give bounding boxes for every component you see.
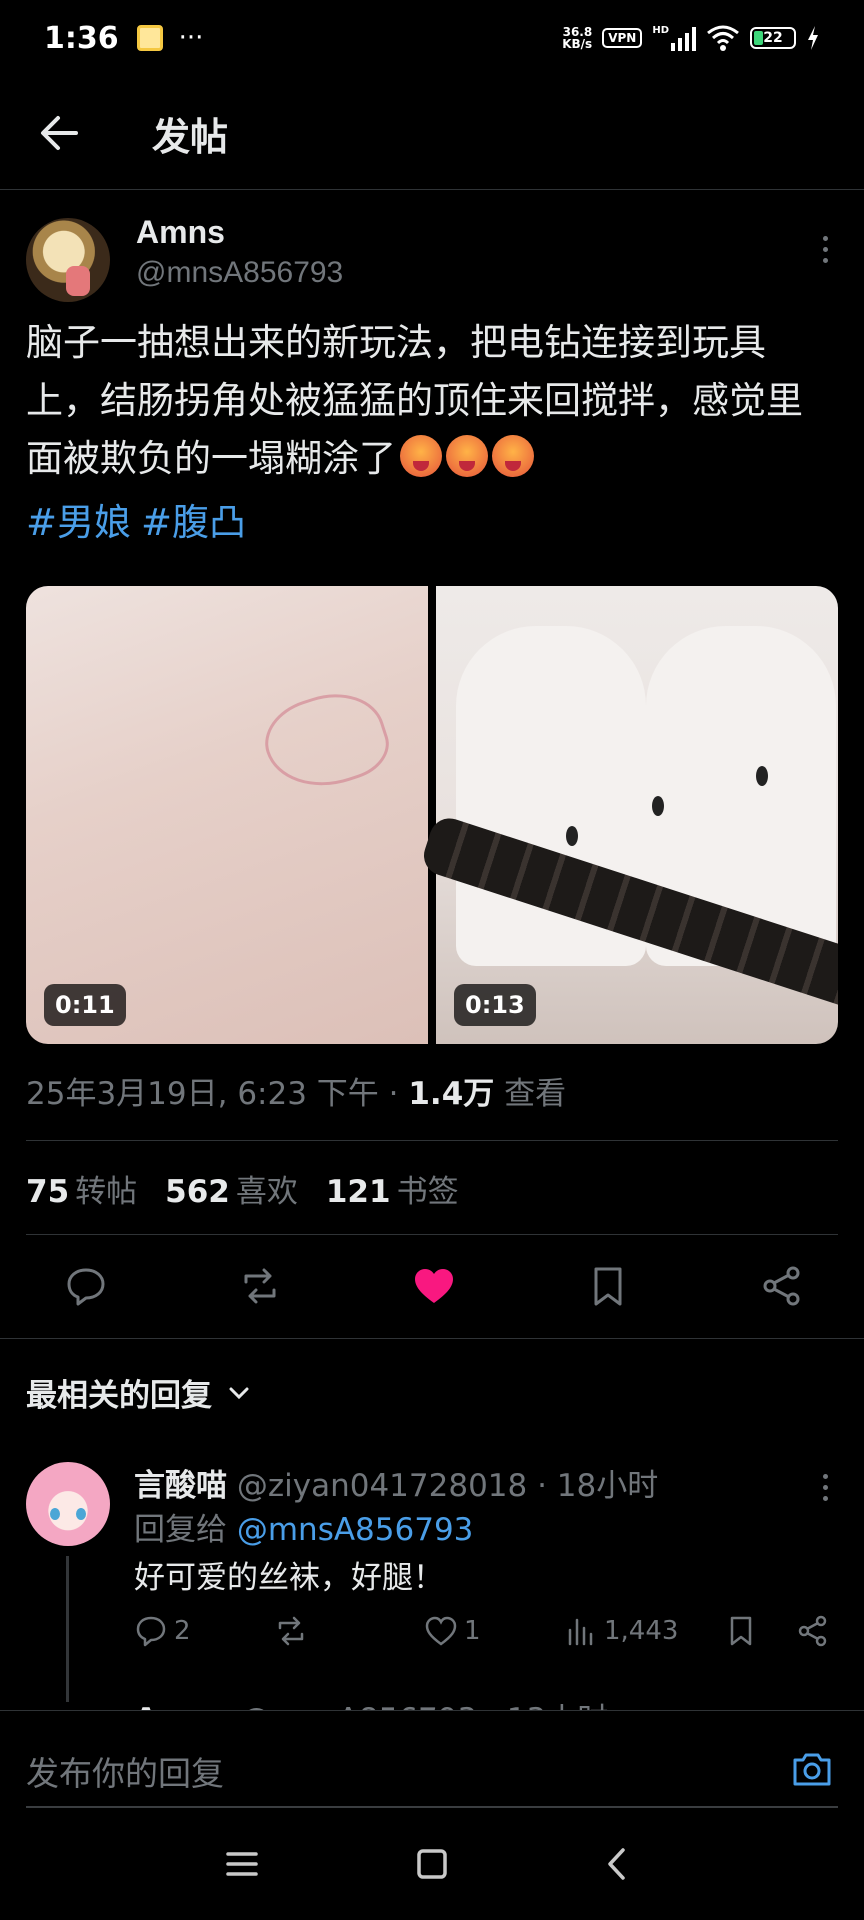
vpn-badge: VPN — [602, 28, 643, 48]
repost-icon — [278, 1616, 304, 1646]
more-options-icon[interactable] — [820, 236, 830, 263]
hot-face-emoji-icon — [492, 435, 534, 477]
chevron-down-icon — [229, 1387, 249, 1399]
reply-to-handle[interactable]: @mnsA856793 — [237, 1512, 474, 1548]
post-timestamp: 25年3月19日, 6:23 下午 · 1.4万 查看 — [26, 1068, 566, 1113]
hot-face-emoji-icon — [400, 435, 442, 477]
system-nav-bar — [0, 1810, 864, 1920]
reposts-stat[interactable]: 75 转帖 — [26, 1166, 137, 1211]
views-icon — [568, 1618, 593, 1646]
reply-comment-button[interactable]: 2 — [134, 1614, 274, 1648]
menu-icon[interactable] — [222, 1844, 262, 1884]
bookmark-icon[interactable] — [586, 1264, 630, 1308]
arrow-left-icon[interactable] — [38, 112, 80, 154]
home-icon[interactable] — [412, 1844, 452, 1884]
author-handle[interactable]: @mnsA856793 — [136, 256, 343, 290]
hashtags: #男娘 #腹凸 — [26, 492, 256, 546]
video-duration: 0:13 — [454, 984, 536, 1026]
battery-icon: 22 — [750, 27, 796, 49]
page-title: 发帖 — [152, 115, 229, 159]
video-thumbnail[interactable]: 0:11 — [26, 586, 428, 1044]
bookmarks-label: 书签 — [396, 1174, 459, 1210]
video-duration: 0:11 — [44, 984, 126, 1026]
reposts-label: 转帖 — [75, 1174, 138, 1210]
media-grid: 0:11 0:13 — [26, 586, 838, 1044]
likes-label: 喜欢 — [235, 1174, 298, 1210]
notification-icon — [136, 25, 163, 51]
thread-line — [66, 1556, 69, 1702]
views-count: 1.4万 — [408, 1076, 495, 1112]
reply-bookmark-button[interactable] — [724, 1614, 796, 1648]
avatar[interactable] — [26, 1462, 110, 1546]
video-thumbnail[interactable]: 0:13 — [418, 586, 838, 1044]
post-stats: 75 转帖 562 喜欢 121 书签 — [26, 1166, 459, 1211]
hot-face-emoji-icon — [446, 435, 488, 477]
reply-icon — [136, 1616, 166, 1647]
bookmarks-stat[interactable]: 121 书签 — [326, 1166, 459, 1211]
post-actions — [26, 1258, 838, 1314]
status-bar: 1:36 ··· 36.8 KB/s VPN HD 22 — [0, 0, 864, 76]
back-nav-icon[interactable] — [598, 1844, 638, 1884]
bookmark-icon — [730, 1616, 752, 1646]
reply-repost-button[interactable] — [274, 1614, 424, 1648]
battery-level: 22 — [763, 30, 783, 46]
hashtag[interactable]: #腹凸 — [141, 501, 246, 544]
divider — [26, 1140, 838, 1141]
camera-icon[interactable] — [790, 1747, 834, 1791]
reply-actions: 2 1 1,443 — [134, 1614, 842, 1648]
timestamp-text: 25年3月19日, 6:23 下午 · — [26, 1076, 409, 1112]
divider — [0, 1338, 864, 1339]
reply-views-count: 1,443 — [604, 1616, 679, 1646]
divider — [26, 1234, 838, 1235]
reply-to-label: 回复给 — [134, 1512, 237, 1548]
like-filled-icon[interactable] — [412, 1264, 456, 1308]
net-speed: 36.8 KB/s — [562, 26, 592, 50]
reply-header: 言酸喵 @ziyan041728018 · 18小时 — [134, 1460, 658, 1505]
reply-to: 回复给 @mnsA856793 — [134, 1504, 473, 1549]
repost-icon[interactable] — [238, 1264, 282, 1308]
hashtag[interactable]: #男娘 — [26, 501, 131, 544]
likes-count: 562 — [165, 1174, 230, 1210]
input-underline — [26, 1806, 838, 1808]
post-text: 脑子一抽想出来的新玩法，把电钻连接到玩具上，结肠拐角处被猛猛的顶住来回搅拌，感觉… — [26, 314, 838, 488]
reply-handle-time: @ziyan041728018 · 18小时 — [227, 1468, 659, 1504]
bookmarks-count: 121 — [325, 1174, 391, 1210]
reply-views[interactable]: 1,443 — [564, 1614, 724, 1648]
cell-signal-icon: HD — [652, 25, 696, 51]
share-icon — [798, 1615, 827, 1647]
reposts-count: 75 — [26, 1174, 70, 1210]
reply-text: 好可爱的丝袜，好腿！ — [134, 1560, 444, 1596]
reply-like-button[interactable]: 1 — [424, 1614, 564, 1648]
replies-sort-dropdown[interactable]: 最相关的回复 — [26, 1370, 252, 1415]
reply-composer: 发布你的回复 — [0, 1710, 864, 1810]
top-bar: 发帖 — [0, 76, 864, 190]
status-time: 1:36 — [44, 20, 119, 56]
reply-likes-count: 1 — [464, 1616, 481, 1646]
hd-label: HD — [652, 25, 669, 36]
more-notifications-icon: ··· — [178, 23, 204, 53]
charging-icon — [808, 26, 818, 50]
likes-stat[interactable]: 562 喜欢 — [165, 1166, 298, 1211]
views-label: 查看 — [494, 1076, 567, 1112]
reply-comments-count: 2 — [174, 1616, 191, 1646]
sort-label: 最相关的回复 — [26, 1378, 212, 1414]
reply-input[interactable]: 发布你的回复 — [26, 1747, 224, 1795]
wifi-icon — [707, 25, 739, 51]
reply-share-button[interactable] — [796, 1614, 830, 1648]
author-name[interactable]: Amns — [136, 214, 225, 251]
net-speed-unit: KB/s — [562, 37, 593, 51]
more-options-icon[interactable] — [820, 1474, 830, 1501]
reply-icon[interactable] — [64, 1264, 108, 1308]
heart-icon — [425, 1616, 457, 1646]
avatar[interactable] — [26, 218, 110, 302]
reply-author-name[interactable]: 言酸喵 — [134, 1468, 227, 1504]
share-icon[interactable] — [760, 1264, 804, 1308]
